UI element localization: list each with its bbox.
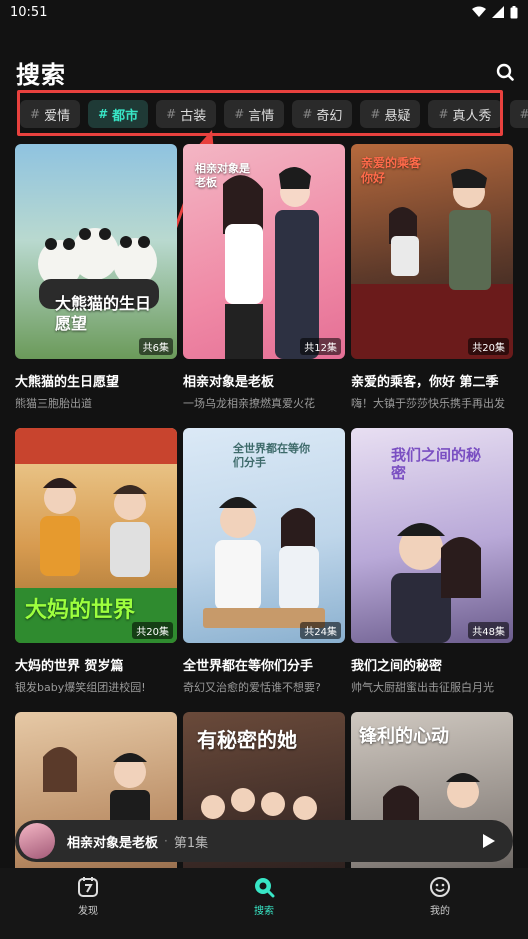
tag-zhenrenxiu[interactable]: # 真人秀	[428, 100, 502, 128]
episode-count-badge: 共24集	[300, 622, 341, 639]
nav-label: 发现	[78, 906, 98, 917]
play-icon	[483, 834, 495, 848]
poster-title: 有秘密的她	[197, 728, 297, 752]
mini-player-title: 相亲对象是老板	[67, 835, 159, 851]
battery-icon	[510, 5, 518, 18]
nav-label: 搜索	[254, 906, 274, 917]
mini-player-separator: ·	[164, 834, 168, 848]
profile-icon	[430, 877, 450, 897]
poster-image[interactable]: 我们之间的秘密 共48集	[351, 428, 513, 643]
drama-subtitle: 嗨！大镇于莎莎快乐携手再出发	[351, 397, 505, 410]
wifi-icon	[472, 6, 486, 17]
poster-title: 锋利的心动	[359, 726, 449, 747]
drama-subtitle: 银发baby爆笑组团进校园!	[15, 681, 146, 694]
drama-title: 全世界都在等你们分手	[183, 659, 314, 674]
poster-image[interactable]: 大熊猫的生日愿望 共6集	[15, 144, 177, 359]
play-button[interactable]	[477, 829, 501, 853]
tag-qihuan[interactable]: # 奇幻	[292, 100, 353, 128]
poster-title: 相亲对象是老板	[195, 162, 250, 189]
episode-count-badge: 共20集	[132, 622, 173, 639]
drama-title: 大妈的世界 贺岁篇	[15, 659, 124, 674]
poster-title: 大妈的世界	[25, 598, 136, 623]
drama-subtitle: 帅气大厨甜蜜出击征服白月光	[351, 681, 494, 694]
poster-title: 大熊猫的生日愿望	[55, 294, 152, 333]
mini-player-thumbnail	[19, 823, 55, 859]
poster-image[interactable]: 全世界都在等你们分手 共24集	[183, 428, 345, 643]
page-title: 搜索	[16, 60, 66, 89]
mini-player[interactable]: 相亲对象是老板 · 第1集	[15, 820, 513, 862]
drama-title: 亲爱的乘客，你好 第二季	[351, 375, 499, 390]
tag-more[interactable]: #	[509, 100, 528, 128]
drama-card[interactable]: 我们之间的秘密 共48集 我们之间的秘密 帅气大厨甜蜜出击征服白月光	[351, 428, 513, 696]
tag-aiqing[interactable]: # 爱情	[20, 100, 81, 128]
drama-title: 相亲对象是老板	[183, 375, 275, 390]
drama-subtitle: 熊猫三胞胎出道	[15, 397, 92, 410]
discover-icon	[78, 877, 98, 897]
drama-card[interactable]: 亲爱的乘客你好 共20集 亲爱的乘客，你好 第二季 嗨！大镇于莎莎快乐携手再出发	[351, 144, 513, 412]
drama-title: 我们之间的秘密	[351, 659, 443, 674]
mini-player-episode: 第1集	[173, 835, 209, 851]
tag-guzhuang[interactable]: # 古装	[156, 100, 217, 128]
search-button[interactable]	[494, 61, 516, 83]
tag-xuanyi[interactable]: # 悬疑	[360, 100, 421, 128]
nav-item-discover[interactable]: 发现	[0, 868, 176, 939]
page-header: 搜索	[16, 56, 516, 89]
drama-subtitle: 一场乌龙相亲撩燃真爱火花	[183, 397, 315, 410]
poster-image[interactable]: 相亲对象是老板 共12集	[183, 144, 345, 359]
poster-title: 我们之间的秘密	[391, 446, 482, 482]
drama-card[interactable]: 大熊猫的生日愿望 共6集 大熊猫的生日愿望 熊猫三胞胎出道	[15, 144, 177, 412]
drama-subtitle: 奇幻又治愈的爱恬谁不想要?	[183, 681, 321, 694]
episode-count-badge: 共12集	[300, 338, 341, 355]
nav-item-search[interactable]: 搜索	[176, 868, 352, 939]
episode-count-badge: 共6集	[138, 338, 173, 355]
bottom-navigation: 发现 搜索 我的	[0, 868, 528, 939]
drama-card[interactable]: 全世界都在等你们分手 共24集 全世界都在等你们分手 奇幻又治愈的爱恬谁不想要?	[183, 428, 345, 696]
signal-icon	[492, 6, 504, 18]
status-time: 10:51	[10, 4, 48, 20]
episode-count-badge: 共48集	[468, 622, 509, 639]
tag-dushi[interactable]: # 都市	[88, 100, 149, 128]
episode-count-badge: 共20集	[468, 338, 509, 355]
nav-item-profile[interactable]: 我的	[352, 868, 528, 939]
drama-card[interactable]: 大妈的世界 共20集 大妈的世界 贺岁篇 银发baby爆笑组团进校园!	[15, 428, 177, 696]
status-bar: 10:51	[0, 0, 528, 24]
drama-card[interactable]: 相亲对象是老板 共12集 相亲对象是老板 一场乌龙相亲撩燃真爱火花	[183, 144, 345, 412]
tag-yanqing[interactable]: # 言情	[224, 100, 285, 128]
search-icon	[496, 63, 514, 81]
search-tab-icon	[255, 878, 275, 898]
poster-title: 全世界都在等你们分手	[233, 442, 310, 469]
category-tag-bar: #爱情 #都市 #古装 #言情 #奇幻 #悬疑 #真人秀 #	[20, 100, 528, 128]
poster-title: 亲爱的乘客你好	[361, 156, 422, 185]
nav-label: 我的	[430, 906, 450, 917]
drama-title: 大熊猫的生日愿望	[15, 375, 120, 390]
poster-image[interactable]: 大妈的世界 共20集	[15, 428, 177, 643]
poster-image[interactable]: 亲爱的乘客你好 共20集	[351, 144, 513, 359]
